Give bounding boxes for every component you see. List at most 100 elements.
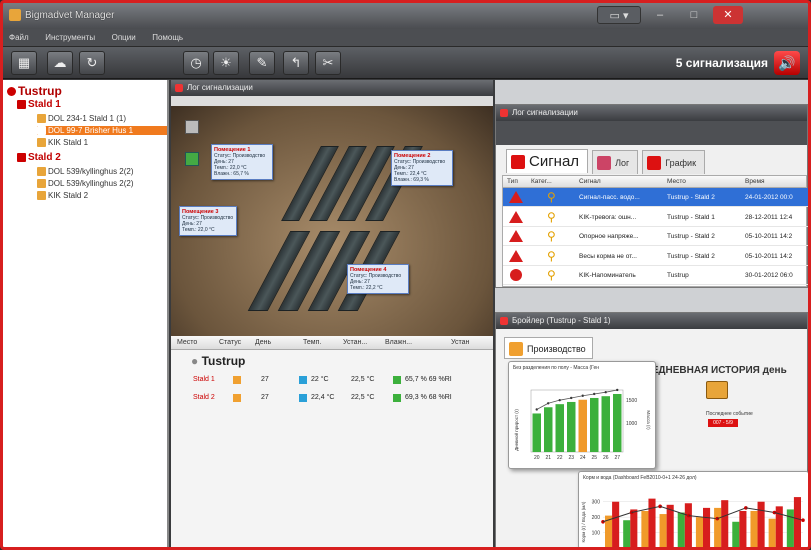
tab-log[interactable]: Лог <box>592 150 639 174</box>
tab-production[interactable]: Производство <box>504 337 593 359</box>
table-row[interactable]: Stald 1 27 22 °C 22,5 °C 65,7 % 69 %RI <box>171 372 493 388</box>
alarm-place: Tustrup - Stald 1 <box>667 213 715 221</box>
sun-icon[interactable]: ☀ <box>213 51 239 75</box>
tree-stald-2[interactable]: Stald 2 <box>17 152 61 163</box>
row-setpoint: 22,5 °C <box>351 376 375 383</box>
tree-item-label: KIK Stald 2 <box>48 191 89 200</box>
feed-water-chart[interactable]: Корм и вода (Dashboard FeB2010-0+1 24-26… <box>578 471 808 547</box>
chart-bar <box>786 509 794 547</box>
tree-item[interactable]: DOL 539/kyllinghus 2(2) <box>37 167 134 177</box>
controller-icon <box>37 114 46 124</box>
alarm-table: Тип Катег... Сигнал Место Время ⚲ Сигнал-… <box>502 175 808 287</box>
minimize-restore-buttons[interactable]: ▭ ▾ <box>597 6 641 24</box>
alarm-log-window: Лог сигнализации Сигнал Лог График Тип Кат… <box>495 104 808 288</box>
table-farm-group[interactable]: ● Tustrup <box>191 354 245 368</box>
col-header[interactable]: Катег... <box>531 178 552 185</box>
menu-file[interactable]: Файл <box>9 29 29 47</box>
daily-history-icon[interactable] <box>706 381 728 399</box>
col-header[interactable]: День <box>255 339 271 346</box>
check-icon[interactable] <box>185 152 199 166</box>
tick-label: 27 <box>614 455 620 461</box>
tool-icon[interactable]: ✂ <box>315 51 341 75</box>
minimize-button[interactable]: – <box>645 6 675 24</box>
col-header[interactable]: Влажн... <box>385 339 412 346</box>
weight-chart[interactable]: Без разделения по полу - Масса (Ген 20 21… <box>508 361 656 469</box>
arrow-icon[interactable]: ↰ <box>283 51 309 75</box>
alarm-count-label[interactable]: 5 сигнализация <box>676 56 768 70</box>
menu-help[interactable]: Помощь <box>152 29 183 47</box>
col-header[interactable]: Место <box>177 339 197 346</box>
alarm-circle-icon <box>510 269 522 281</box>
alarm-row[interactable]: ⚲ Сигнал-пасс. водо... Tustrup - Stald 2 24… <box>503 188 808 207</box>
refresh-icon[interactable]: ↻ <box>79 51 105 75</box>
chart-title: Корм и вода (Dashboard FeB2010-0+1 24-26… <box>583 475 697 481</box>
tick-label: 20 <box>534 455 540 461</box>
image-tool-icon[interactable] <box>185 120 199 134</box>
alarm-row[interactable]: ⚲ KIK-тревога: ошн... Tustrup - Stald 1 28-… <box>503 208 808 227</box>
chart-bar <box>567 401 576 452</box>
tree-farm[interactable]: Tustrup <box>7 84 62 98</box>
barn-info-tag[interactable]: Помещение 2 Статус: Производство День: 2… <box>391 150 453 186</box>
tree-item[interactable]: DOL 539/kyllinghus 2(2) <box>37 179 134 189</box>
row-name: Stald 2 <box>193 394 215 401</box>
tick-label: 26 <box>603 455 609 461</box>
col-header[interactable]: Сигнал <box>579 178 601 185</box>
edit-icon[interactable]: ✎ <box>249 51 275 75</box>
tree-item[interactable]: KIK Stald 1 <box>37 138 89 148</box>
tick-label: 1000 <box>626 421 637 427</box>
tick-label: 300 <box>592 500 601 506</box>
stald-status-table: Место Статус День Темп. Устан... Влажн..… <box>171 336 493 547</box>
barn-info-tag[interactable]: Помещение 4 Статус: Производство День: 2… <box>347 264 409 294</box>
chart-bar <box>648 498 656 547</box>
alarm-place: Tustrup - Stald 2 <box>667 233 715 240</box>
tab-label: Сигнал <box>529 153 580 170</box>
tick-label: 21 <box>545 455 551 461</box>
daily-note: Последнее событие <box>706 411 753 417</box>
chart-bar <box>659 514 667 547</box>
cloud-icon[interactable]: ☁ <box>47 51 73 75</box>
tick-label: 25 <box>591 455 597 461</box>
table-row[interactable]: Stald 2 27 22,4 °C 22,5 °C 69,3 % 68 %RI <box>171 390 493 406</box>
menu-tools[interactable]: Инструменты <box>45 29 95 47</box>
chart-bar <box>757 501 765 547</box>
col-header[interactable]: Статус <box>219 339 241 346</box>
alarm-time: 30-01-2012 06:0 <box>745 272 793 279</box>
tick-label: 1500 <box>626 398 637 404</box>
col-header[interactable]: Устан... <box>343 339 367 346</box>
tree-stald-1[interactable]: Stald 1 <box>17 99 61 110</box>
col-header[interactable]: Место <box>667 178 686 185</box>
tree-item-badge: (1) <box>116 114 126 123</box>
tree-item-label: KIK Stald 1 <box>48 138 89 147</box>
status-icon <box>233 394 241 402</box>
col-header[interactable]: Время <box>745 178 765 185</box>
alarm-time: 24-01-2012 00:0 <box>745 194 793 201</box>
clock-icon[interactable]: ◷ <box>183 51 209 75</box>
barn-info-tag[interactable]: Помещение 1 Статус: Производство День: 2… <box>211 144 273 180</box>
alarm-row[interactable]: ⚲ KIK-Напоминатель Tustrup 30-01-2012 06:0 <box>503 266 808 285</box>
alarm-log-toolbar <box>496 121 807 145</box>
col-header[interactable]: Темп. <box>303 339 321 346</box>
tree-item[interactable]: KIK Stald 2 <box>37 191 89 201</box>
tree-item-selected[interactable]: DOL 99-7 Brisher Hus 1 <box>37 126 167 136</box>
tab-signal[interactable]: Сигнал <box>506 149 589 173</box>
col-header[interactable]: Устан <box>451 339 469 346</box>
close-button[interactable]: ✕ <box>713 6 743 24</box>
grid-icon[interactable]: ▦ <box>11 51 37 75</box>
menu-options[interactable]: Опции <box>112 29 136 47</box>
chart-bar <box>750 510 758 547</box>
chart-bar <box>623 520 631 547</box>
tab-chart[interactable]: График <box>642 150 706 174</box>
speaker-icon[interactable]: 🔊 <box>774 51 800 75</box>
alarm-time: 05-10-2011 14:2 <box>745 252 793 260</box>
tag-line: Влажн.: 69,3 % <box>394 177 429 183</box>
tree-item[interactable]: DOL 234-1 Stald 1 (1) <box>37 114 126 124</box>
barn-info-tag[interactable]: Помещение 3 Статус: Производство День: 2… <box>179 206 237 236</box>
col-header[interactable]: Тип <box>507 178 518 185</box>
maximize-button[interactable]: □ <box>679 6 709 24</box>
alarm-row[interactable]: ⚲ Весы корма не от... Tustrup - Stald 2 05-… <box>503 247 808 266</box>
row-temp: 22,4 °C <box>311 394 335 401</box>
row-temp: 22 °C <box>311 376 329 383</box>
alarm-row[interactable]: ⚲ Опорное напряже... Tustrup - Stald 2 05-1… <box>503 227 808 246</box>
chart-bar <box>578 399 587 452</box>
table-farm-label: Tustrup <box>201 354 246 368</box>
